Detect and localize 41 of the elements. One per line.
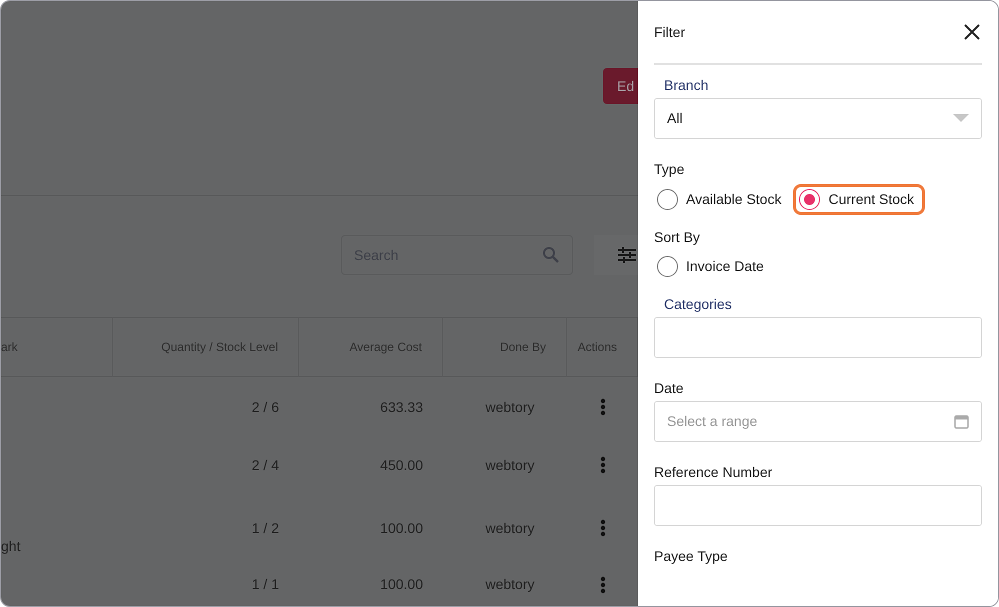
edit-button[interactable]: Ed xyxy=(603,68,638,104)
column-header: ark xyxy=(1,317,113,377)
more-options-icon[interactable] xyxy=(600,398,606,416)
branch-select[interactable]: All xyxy=(654,98,982,139)
sliders-icon xyxy=(618,246,636,264)
close-button[interactable] xyxy=(962,22,982,42)
table-cell-text: 633.33 xyxy=(380,398,423,416)
field-label: Date xyxy=(654,380,685,397)
column-header: Done By xyxy=(443,317,567,377)
table-cell-text: 2 / 4 xyxy=(252,456,279,474)
table-cell-text: 450.00 xyxy=(380,456,423,474)
table-cell-text: webtory xyxy=(485,398,535,417)
input-field[interactable] xyxy=(654,484,982,526)
table-cell-text: webtory xyxy=(485,575,535,594)
field-label: Payee Type xyxy=(654,548,729,565)
table-cell-text: ght xyxy=(1,537,20,556)
radio-option[interactable]: Invoice Date xyxy=(654,251,775,282)
column-header: Average Cost xyxy=(299,317,443,377)
more-options-icon[interactable] xyxy=(600,456,606,474)
panel-title: Filter xyxy=(654,22,686,42)
calendar-icon xyxy=(954,414,969,429)
column-header: Quantity / Stock Level xyxy=(113,317,299,377)
radio-option[interactable]: Available Stock xyxy=(654,184,792,215)
more-options-icon[interactable] xyxy=(600,576,606,594)
radio-option[interactable]: Current Stock xyxy=(793,184,926,215)
search-icon xyxy=(542,246,560,264)
field-label: Branch xyxy=(663,77,710,94)
table-cell-text: 100.00 xyxy=(380,575,423,594)
more-options-icon[interactable] xyxy=(600,519,606,537)
table-cell-text: 1 / 1 xyxy=(252,575,279,594)
input-field[interactable] xyxy=(654,317,982,358)
caret-icon xyxy=(953,114,969,122)
table-cell-text: 2 / 6 xyxy=(252,398,279,416)
table-cell-text: 100.00 xyxy=(380,518,423,538)
field-label: Categories xyxy=(663,296,733,314)
table-cell-text: webtory xyxy=(485,518,535,538)
field-label: Reference Number xyxy=(654,464,774,481)
field-label: Type xyxy=(654,160,686,178)
field-label: Sort By xyxy=(654,228,701,246)
table-cell-text: 1 / 2 xyxy=(252,518,279,538)
table-cell-text: webtory xyxy=(485,456,535,475)
